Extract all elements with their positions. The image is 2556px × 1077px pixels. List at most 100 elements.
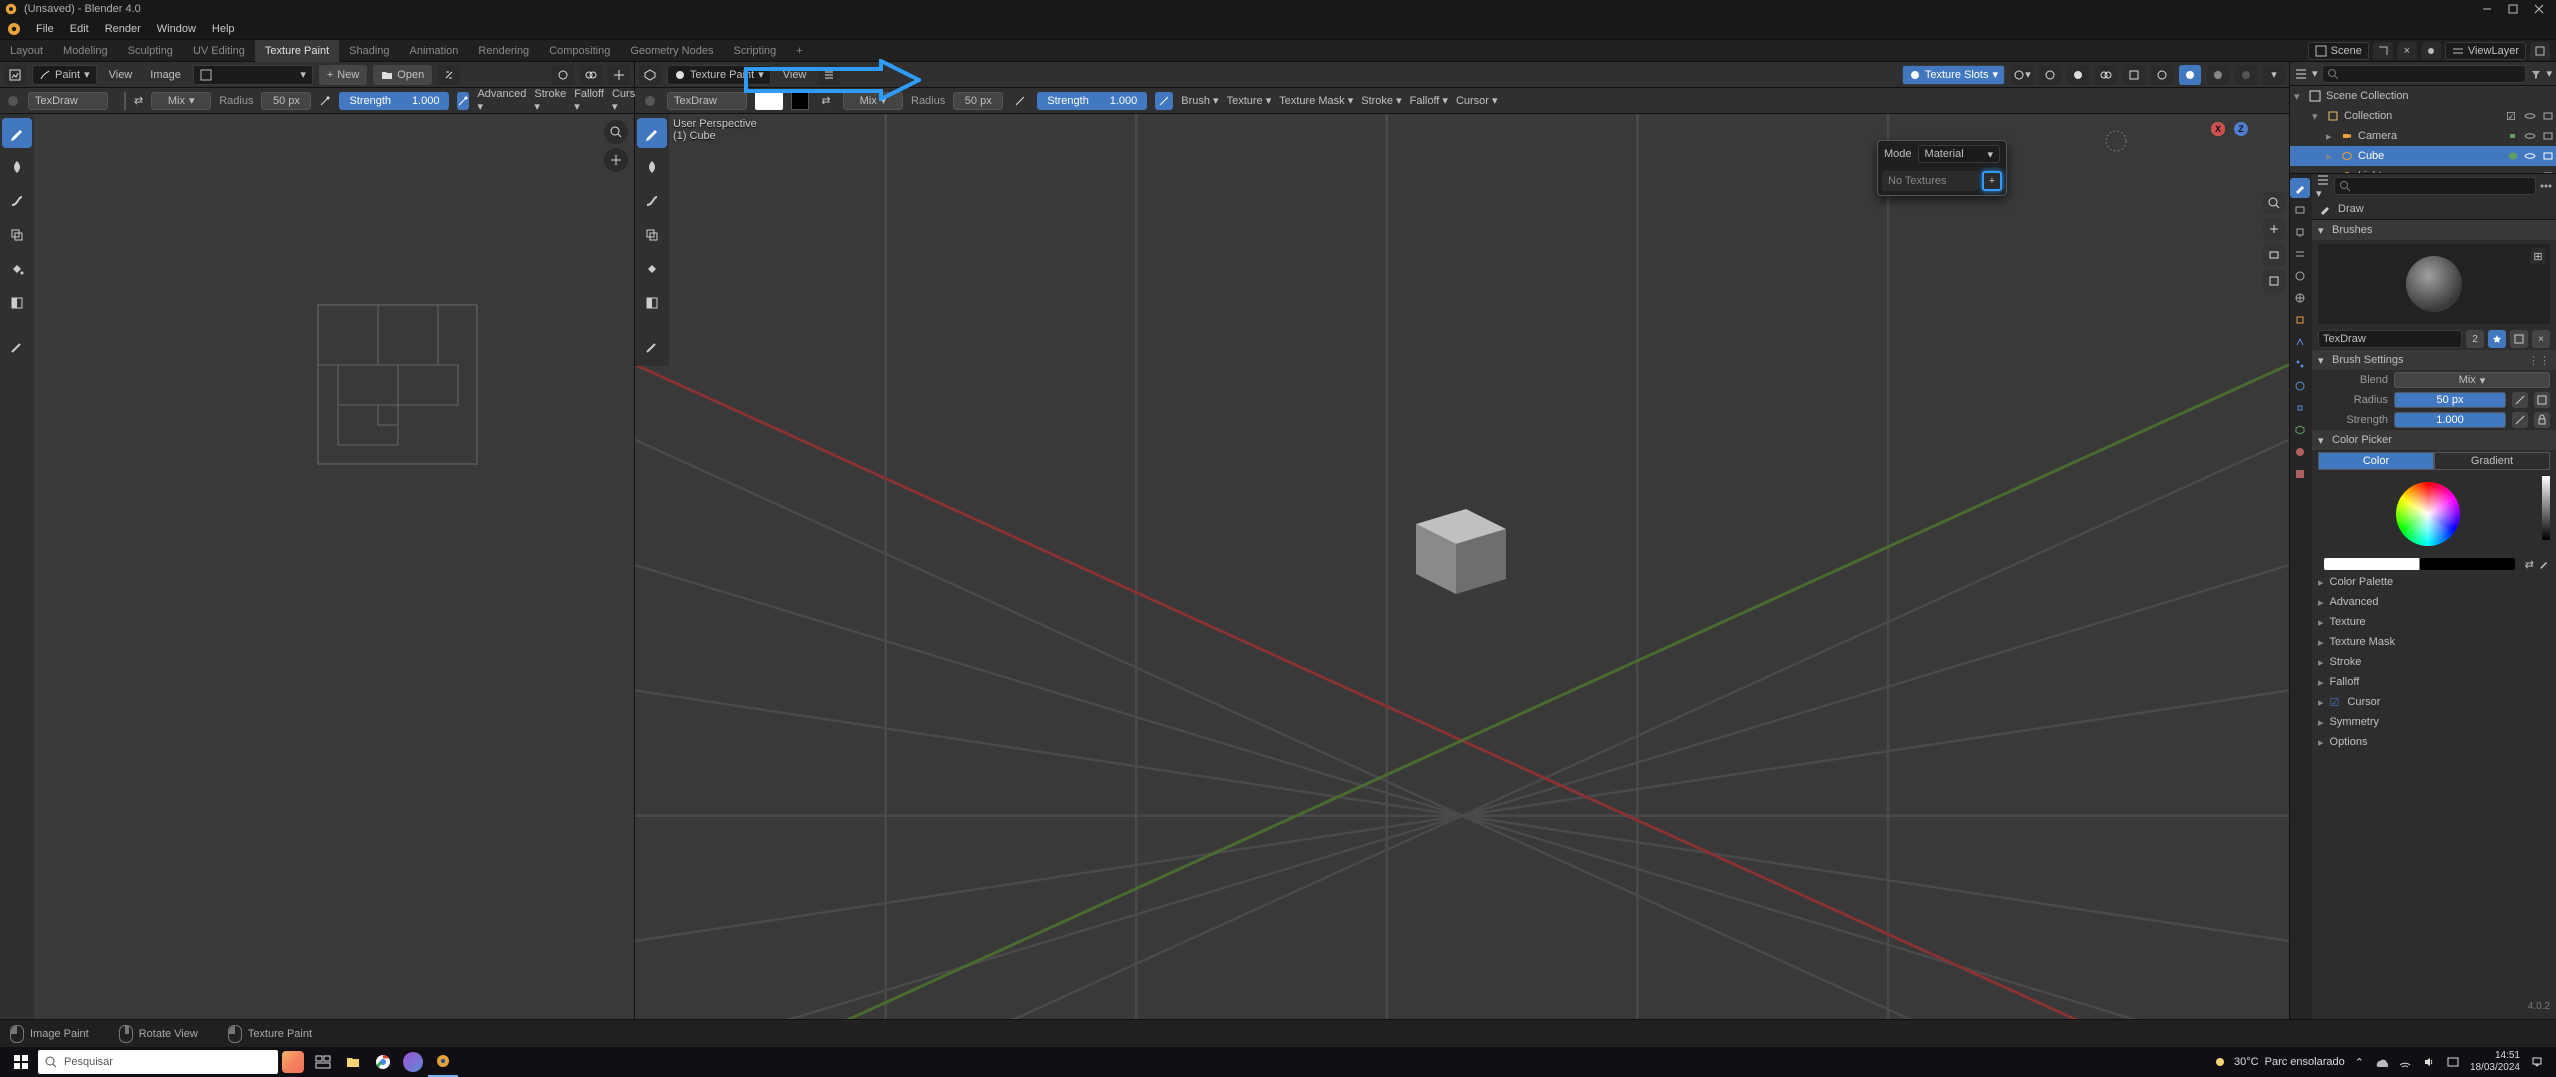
- mask-tool-3d[interactable]: [637, 288, 667, 318]
- eye-icon[interactable]: [2524, 130, 2538, 142]
- properties-tab-constraints[interactable]: [2290, 398, 2310, 418]
- soften-tool-button[interactable]: [2, 152, 32, 182]
- brush-settings-panel-header[interactable]: ▾ Brush Settings ⋮⋮: [2312, 350, 2556, 370]
- checkbox-icon[interactable]: ☑: [2330, 696, 2340, 709]
- stroke-panel[interactable]: ▸Stroke: [2312, 652, 2556, 672]
- swap-colors-props[interactable]: ⇄: [2525, 558, 2534, 571]
- cursor-panel[interactable]: ▸☑Cursor: [2312, 692, 2556, 712]
- outliner-new-collection[interactable]: ▾: [2546, 67, 2552, 80]
- stroke-popover[interactable]: Stroke ▾: [534, 88, 566, 113]
- outliner-editor-type-dropdown[interactable]: [2294, 67, 2308, 81]
- checkbox-icon[interactable]: ☑: [2506, 110, 2520, 123]
- value-slider[interactable]: [2542, 476, 2550, 540]
- editor-type-dropdown-3d[interactable]: [639, 65, 661, 85]
- soften-tool-3d[interactable]: [637, 152, 667, 182]
- properties-tab-scene[interactable]: [2290, 266, 2310, 286]
- viewport-3d-canvas[interactable]: User Perspective (1) Cube Z Y X: [635, 114, 2289, 1019]
- blender-taskbar-button[interactable]: [428, 1047, 458, 1077]
- zoom-gizmo-3d[interactable]: [2263, 192, 2285, 214]
- falloff-panel[interactable]: ▸Falloff: [2312, 672, 2556, 692]
- properties-tab-texture[interactable]: [2290, 464, 2310, 484]
- viewport-shading-group-2[interactable]: [2179, 65, 2201, 85]
- color-tab[interactable]: Color: [2318, 452, 2434, 470]
- strength-pressure-toggle[interactable]: [457, 92, 469, 110]
- advanced-panel[interactable]: ▸Advanced: [2312, 592, 2556, 612]
- eye-icon[interactable]: [2524, 170, 2538, 173]
- stroke-popover-3d[interactable]: Stroke ▾: [1361, 94, 1401, 107]
- image-display-channels[interactable]: [552, 65, 574, 85]
- brush-unlink-button[interactable]: ×: [2532, 330, 2550, 348]
- properties-editor-type-dropdown[interactable]: ▾: [2316, 174, 2330, 200]
- axis-x[interactable]: X: [2211, 122, 2225, 136]
- properties-options-button[interactable]: [2540, 180, 2552, 192]
- viewport-shading-dropdown[interactable]: ▾: [2263, 65, 2285, 85]
- workspace-tab-geonodes[interactable]: Geometry Nodes: [620, 40, 723, 62]
- disclosure-triangle-icon[interactable]: ▸: [2326, 130, 2336, 143]
- workspace-tab-layout[interactable]: Layout: [0, 40, 53, 62]
- menu-window[interactable]: Window: [149, 23, 204, 35]
- smear-tool-button[interactable]: [2, 186, 32, 216]
- secondary-color-swatch[interactable]: [124, 92, 126, 110]
- image-editor-menu-image[interactable]: Image: [144, 69, 187, 81]
- window-maximize-button[interactable]: [2500, 0, 2526, 18]
- properties-tab-particles[interactable]: [2290, 354, 2310, 374]
- windows-start-button[interactable]: [4, 1047, 38, 1077]
- menu-render[interactable]: Render: [97, 23, 149, 35]
- radius-field-3d[interactable]: 50 px: [953, 92, 1003, 110]
- texture-slots-mode-dropdown[interactable]: Material ▾: [1918, 145, 2000, 163]
- brush-preset-dropdown-3d[interactable]: [641, 92, 659, 110]
- brushes-panel-header[interactable]: ▾ Brushes: [2312, 220, 2556, 240]
- image-open-button[interactable]: Open: [373, 65, 432, 85]
- scene-new-button[interactable]: [2373, 42, 2393, 60]
- blend-dropdown-props[interactable]: Mix ▾: [2394, 372, 2550, 388]
- smear-tool-3d[interactable]: [637, 186, 667, 216]
- persp-ortho-gizmo[interactable]: [2263, 270, 2285, 292]
- outliner-filter-button[interactable]: [2530, 68, 2542, 80]
- advanced-popover[interactable]: Advanced ▾: [477, 88, 526, 113]
- texture-slots-popover-button[interactable]: Texture Slots ▾: [1902, 65, 2005, 85]
- image-editor-menu-view[interactable]: View: [103, 69, 139, 81]
- texture-popover-3d[interactable]: Texture ▾: [1227, 94, 1272, 107]
- restrict-render-icon[interactable]: [2542, 110, 2556, 122]
- eyedropper-button[interactable]: [2538, 558, 2550, 570]
- outliner-item-light[interactable]: ▸ Light: [2290, 166, 2556, 173]
- strength-lock-props[interactable]: [2534, 412, 2550, 428]
- image-gizmo-toggle[interactable]: [608, 65, 630, 85]
- properties-tab-viewlayer[interactable]: [2290, 244, 2310, 264]
- viewport-shading-group-4[interactable]: [2235, 65, 2257, 85]
- properties-tab-modifiers[interactable]: [2290, 332, 2310, 352]
- viewport-overlays-toggle[interactable]: [2095, 65, 2117, 85]
- falloff-popover[interactable]: Falloff ▾: [574, 88, 604, 113]
- symmetry-panel[interactable]: ▸Symmetry: [2312, 712, 2556, 732]
- workspace-tab-sculpting[interactable]: Sculpting: [118, 40, 183, 62]
- image-mode-dropdown[interactable]: Paint ▾: [32, 65, 97, 85]
- workspace-tab-shading[interactable]: Shading: [339, 40, 399, 62]
- disclosure-triangle-icon[interactable]: ▸: [2326, 150, 2336, 163]
- properties-tab-material[interactable]: [2290, 442, 2310, 462]
- radius-field[interactable]: 50 px: [261, 92, 311, 110]
- color-palette-panel[interactable]: ▸Color Palette: [2312, 572, 2556, 592]
- strength-slider[interactable]: Strength 1.000: [339, 92, 449, 110]
- window-minimize-button[interactable]: [2474, 0, 2500, 18]
- menu-help[interactable]: Help: [204, 23, 243, 35]
- color-swatches-pair[interactable]: [2324, 558, 2515, 570]
- blend-mode-dropdown[interactable]: Mix ▾: [151, 92, 211, 110]
- image-unlink-button[interactable]: [438, 65, 460, 85]
- pan-gizmo-3d[interactable]: [2263, 218, 2285, 240]
- image-editor-canvas[interactable]: [34, 114, 634, 1019]
- viewport-shading-group-3[interactable]: [2207, 65, 2229, 85]
- outliner-scene-collection[interactable]: ▾ Scene Collection: [2290, 86, 2556, 106]
- falloff-popover-3d[interactable]: Falloff ▾: [1410, 94, 1448, 107]
- clone-tool-button[interactable]: [2, 220, 32, 250]
- image-editor-type-dropdown[interactable]: [4, 65, 26, 85]
- window-close-button[interactable]: [2526, 0, 2552, 18]
- strength-pressure-toggle-3d[interactable]: [1155, 92, 1173, 110]
- tray-chevron-up-icon[interactable]: ⌃: [2355, 1056, 2364, 1069]
- radius-pressure-toggle-3d[interactable]: [1011, 92, 1029, 110]
- viewport-shading-group-1[interactable]: [2151, 65, 2173, 85]
- annotate-tool-3d[interactable]: [637, 332, 667, 362]
- brush-fake-user-toggle[interactable]: [2488, 330, 2506, 348]
- disclosure-triangle-icon[interactable]: ▾: [2294, 90, 2304, 103]
- cursor-popover-3d[interactable]: Cursor ▾: [1456, 94, 1498, 107]
- zoom-gizmo[interactable]: [604, 120, 628, 144]
